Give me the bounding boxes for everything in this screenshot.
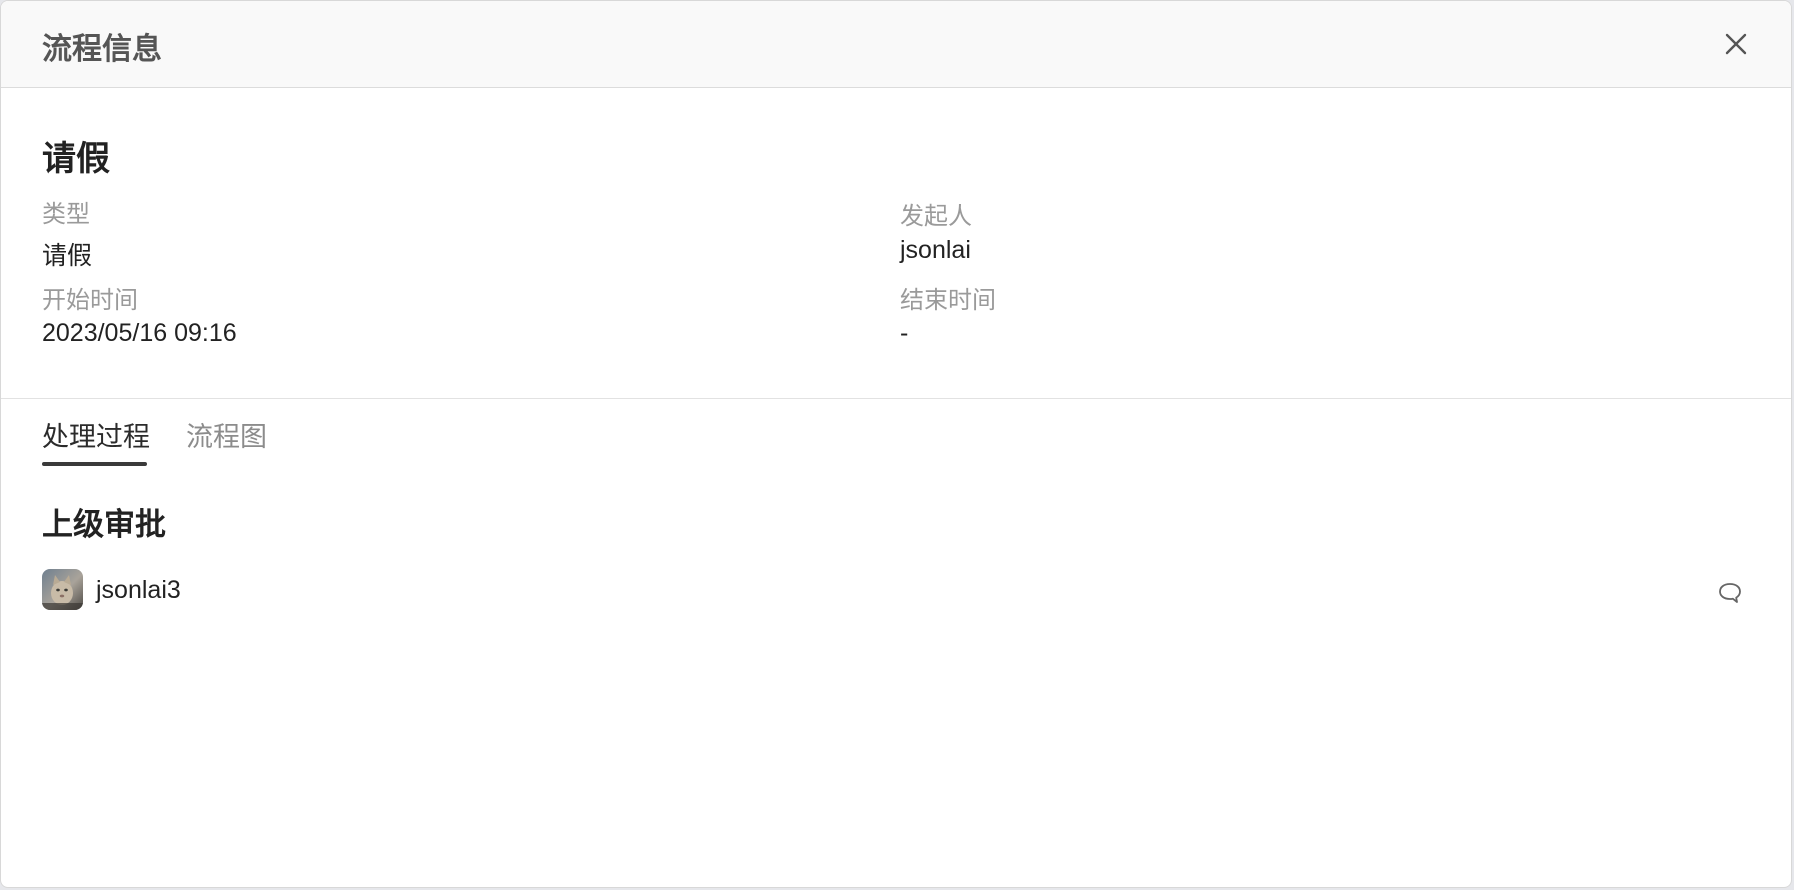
- dialog-header: 流程信息: [1, 1, 1791, 88]
- tab-flowchart[interactable]: 流程图: [186, 415, 267, 454]
- start-time-label: 开始时间: [42, 287, 138, 314]
- close-icon: [1725, 33, 1747, 55]
- type-label: 类型: [42, 201, 90, 228]
- initiator-label: 发起人: [900, 203, 972, 230]
- active-tab-indicator: [42, 462, 147, 466]
- end-time-label: 结束时间: [900, 287, 996, 314]
- process-title: 请假: [42, 140, 110, 178]
- avatar: [42, 569, 83, 610]
- tab-process[interactable]: 处理过程: [42, 415, 150, 454]
- initiator-value: jsonlai: [900, 236, 971, 264]
- dialog-title: 流程信息: [42, 33, 162, 66]
- approver-name: jsonlai3: [96, 576, 181, 604]
- type-value: 请假: [42, 242, 93, 270]
- end-time-value: -: [900, 319, 909, 347]
- process-info-dialog: 流程信息 请假 类型 请假 发起人 jsonlai 开始时间 2023/05/1…: [0, 0, 1792, 888]
- close-button[interactable]: [1721, 29, 1751, 59]
- start-time-value: 2023/05/16 09:16: [42, 319, 237, 347]
- section-divider: [1, 398, 1791, 399]
- comment-button[interactable]: [1717, 581, 1743, 605]
- approval-step-title: 上级审批: [42, 507, 166, 542]
- avatar-cat-photo: [42, 569, 83, 610]
- comment-icon: [1719, 583, 1741, 603]
